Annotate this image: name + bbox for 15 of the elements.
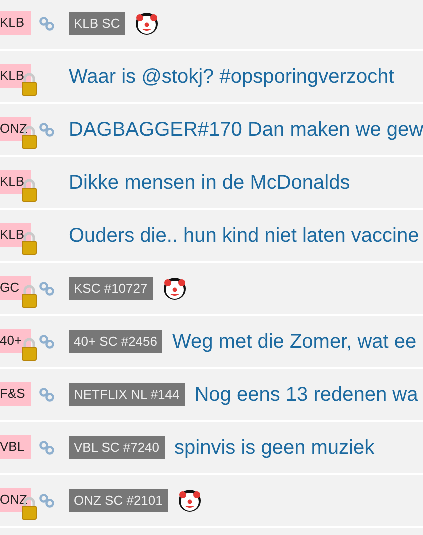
forum-tag: KLB <box>0 11 31 35</box>
topic-link[interactable]: Nog eens 13 redenen wa <box>194 380 418 410</box>
topic-label: ONZ SC #2101 <box>69 489 168 512</box>
forum-tag: F&S <box>0 382 31 406</box>
topic-link[interactable]: Weg met die Zomer, wat ee <box>172 326 417 356</box>
topic-link[interactable]: Ouders die.. hun kind niet laten vaccine <box>69 220 420 250</box>
topic-label: KLB SC <box>69 12 126 35</box>
topic-label: VBL SC #7240 <box>69 436 165 459</box>
topic-label: NETFLIX NL #144 <box>69 383 185 406</box>
topic-link[interactable]: Dikke mensen in de McDonalds <box>69 168 350 198</box>
topic-link[interactable]: Waar is @stokj? #opsporingverzocht <box>69 62 394 92</box>
topic-label: KSC #10727 <box>69 277 153 300</box>
topic-link[interactable]: spinvis is geen muziek <box>174 432 375 462</box>
forum-tag: VBL <box>0 435 31 459</box>
topic-label: 40+ SC #2456 <box>69 330 162 353</box>
